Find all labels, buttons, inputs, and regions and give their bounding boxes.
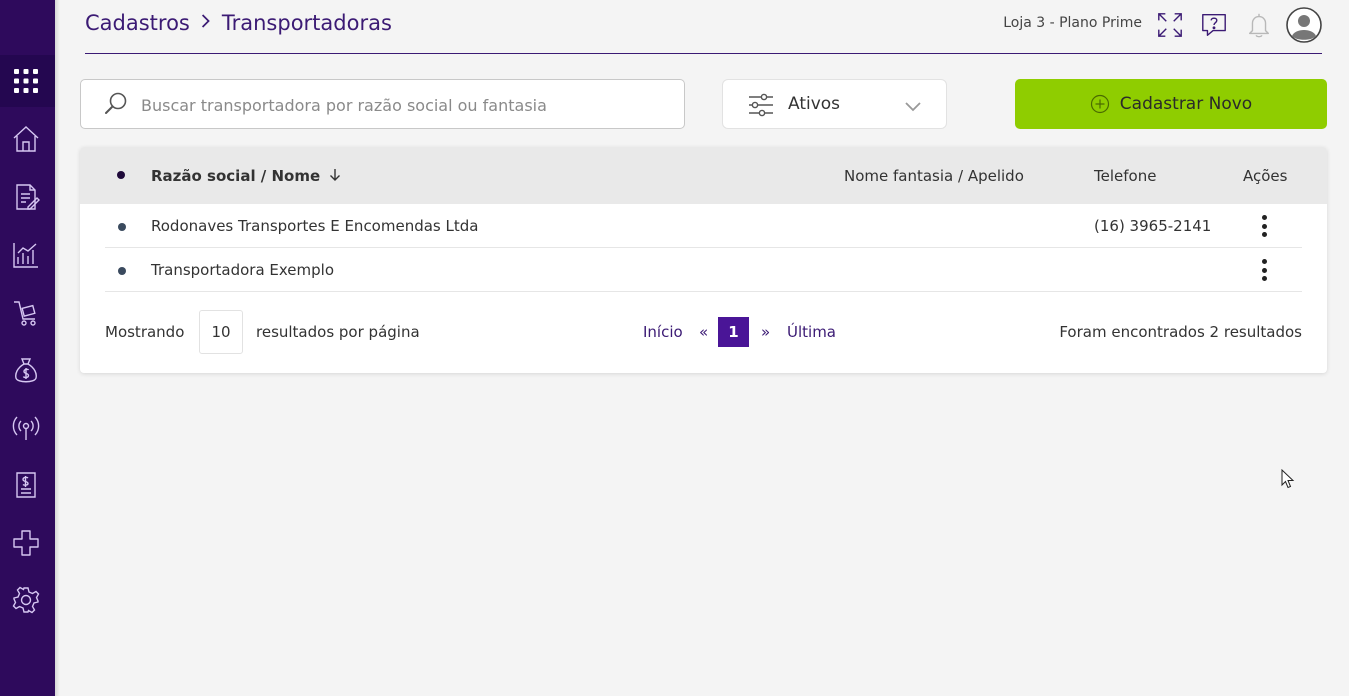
status-filter-dropdown[interactable]: Ativos [722,79,947,129]
carriers-table-card: Razão social / Nome Nome fantasia / Apel… [80,147,1327,373]
document-edit-icon[interactable] [9,180,43,214]
cell-razao-social: Rodonaves Transportes E Encomendas Ltda [151,217,479,235]
sidebar [0,0,55,696]
breadcrumb-transportadoras: Transportadoras [221,11,392,35]
table-row[interactable]: Rodonaves Transportes E Encomendas Ltda … [105,204,1302,248]
cell-telefone: (16) 3965-2141 [1094,217,1212,235]
status-dot [118,267,126,275]
search-input[interactable] [141,92,671,118]
cart-icon[interactable] [9,296,43,330]
search-icon [105,92,127,114]
home-icon[interactable] [9,122,43,156]
sliders-icon [749,93,773,117]
filter-selected-value: Ativos [788,94,841,114]
status-dot [118,223,126,231]
showing-label: Mostrando [105,323,185,341]
mouse-cursor-icon [1281,469,1295,489]
results-summary: Foram encontrados 2 resultados [1059,323,1302,341]
row-actions-kebab-icon[interactable] [1254,257,1274,283]
broadcast-icon[interactable] [9,411,43,445]
help-chat-icon[interactable] [1199,10,1229,40]
pagination-current-page[interactable]: 1 [718,317,749,347]
money-bag-icon[interactable] [9,354,43,388]
page-size-input[interactable] [199,310,243,354]
add-new-label: Cadastrar Novo [1119,94,1253,114]
cell-razao-social: Transportadora Exemplo [151,261,335,279]
column-header-razao-social[interactable]: Razão social / Nome [151,167,341,185]
search-box [80,79,685,129]
pagination-next-link[interactable]: » [761,323,770,341]
pagination-prev-link[interactable]: « [699,323,708,341]
per-page-label: resultados por página [256,323,420,341]
table-header: Razão social / Nome Nome fantasia / Apel… [80,147,1327,204]
gear-icon[interactable] [9,583,43,617]
column-header-nome-fantasia[interactable]: Nome fantasia / Apelido [844,167,1024,185]
chevron-down-icon [905,102,921,112]
pagination-last-link[interactable]: Última [787,323,836,341]
breadcrumb: Cadastros Transportadoras [85,11,392,35]
invoice-icon[interactable] [9,468,43,502]
store-plan-label: Loja 3 - Plano Prime [1003,15,1142,31]
avatar[interactable] [1286,7,1322,43]
breadcrumb-cadastros[interactable]: Cadastros [85,11,190,35]
pagination-first-link[interactable]: Início [643,323,683,341]
plus-circle-icon [1090,94,1109,114]
column-header-acoes: Ações [1243,167,1288,185]
plugin-icon[interactable] [9,526,43,560]
sidebar-shadow [55,0,60,696]
expand-icon[interactable] [1155,10,1185,40]
chevron-right-icon [200,11,212,35]
table-row[interactable]: Transportadora Exemplo [105,248,1302,292]
add-new-button[interactable]: Cadastrar Novo [1015,79,1327,129]
bell-icon[interactable] [1244,10,1274,40]
top-header: Cadastros Transportadoras Loja 3 - Plano… [85,0,1322,54]
chart-icon[interactable] [9,238,43,272]
status-header-dot [117,171,125,179]
sort-arrow-down-icon [330,169,341,181]
apps-grid-icon[interactable] [9,64,43,98]
column-header-telefone[interactable]: Telefone [1094,167,1156,185]
row-actions-kebab-icon[interactable] [1254,213,1274,239]
